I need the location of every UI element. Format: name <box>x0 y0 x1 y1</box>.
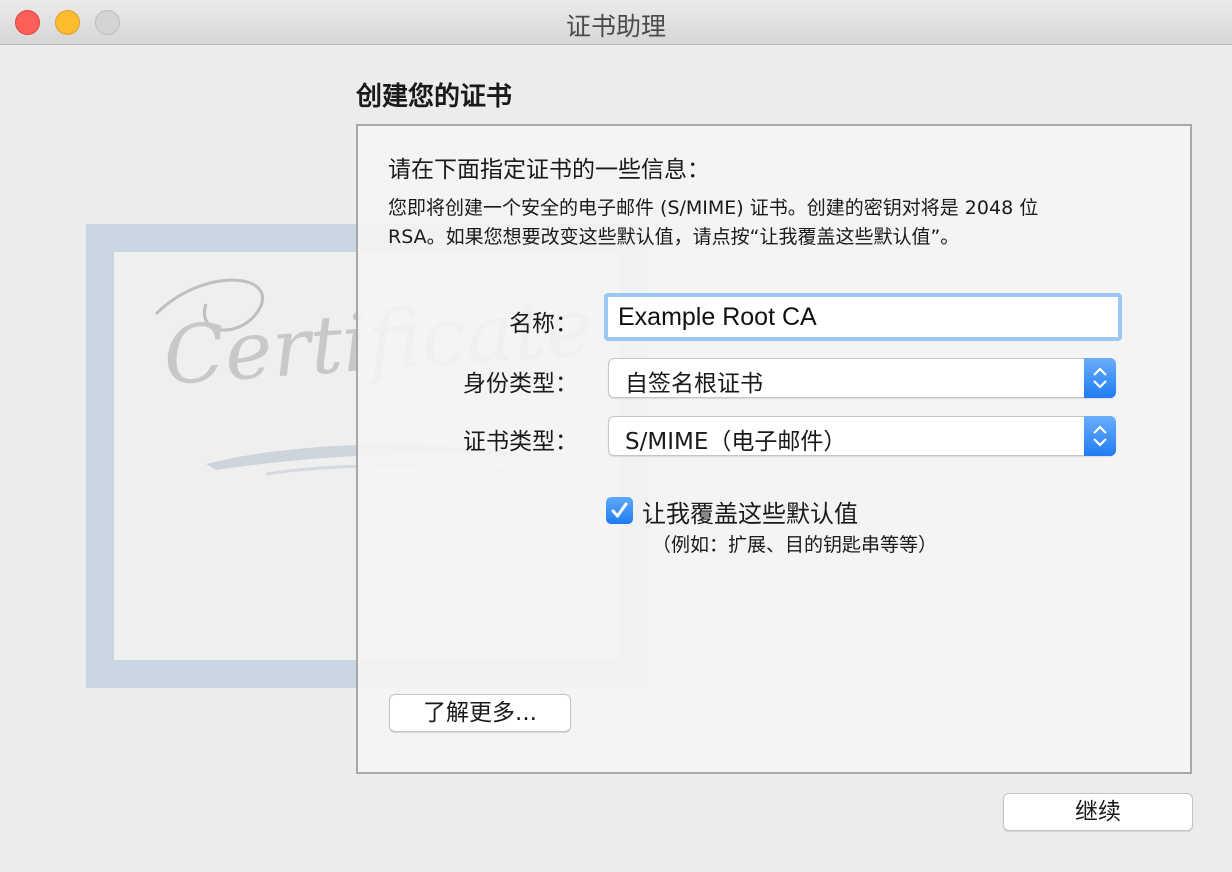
name-input[interactable] <box>604 293 1122 341</box>
name-label: 名称： <box>509 311 578 337</box>
description-line: 您即将创建一个安全的电子邮件 (S/MIME) 证书。创建的密钥对将是 2048… <box>388 197 1039 219</box>
popup-arrows-icon <box>1084 358 1116 398</box>
cert-type-label: 证书类型： <box>463 429 578 455</box>
identity-type-popup[interactable]: 自签名根证书 <box>608 358 1116 398</box>
title-bar: 证书助理 <box>0 0 1232 45</box>
cert-type-popup[interactable]: S/MIME（电子邮件） <box>608 416 1116 456</box>
popup-arrows-icon <box>1084 416 1116 456</box>
panel-description: 您即将创建一个安全的电子邮件 (S/MIME) 证书。创建的密钥对将是 2048… <box>388 194 1168 252</box>
cert-type-value: S/MIME（电子邮件） <box>625 429 847 455</box>
override-defaults-checkbox[interactable] <box>606 497 633 524</box>
override-defaults-hint: （例如：扩展、目的钥匙串等等） <box>652 534 938 556</box>
panel-subheading: 请在下面指定证书的一些信息： <box>388 157 710 183</box>
identity-type-value: 自签名根证书 <box>625 371 763 397</box>
description-line: RSA。如果您想要改变这些默认值，请点按“让我覆盖这些默认值”。 <box>388 226 960 248</box>
checkmark-icon <box>611 502 628 518</box>
continue-button[interactable]: 继续 <box>1003 793 1193 831</box>
page-heading: 创建您的证书 <box>356 82 513 112</box>
learn-more-button[interactable]: 了解更多... <box>389 694 571 732</box>
identity-type-label: 身份类型： <box>463 371 578 397</box>
window-title: 证书助理 <box>565 12 666 41</box>
override-defaults-label[interactable]: 让我覆盖这些默认值 <box>642 494 858 529</box>
